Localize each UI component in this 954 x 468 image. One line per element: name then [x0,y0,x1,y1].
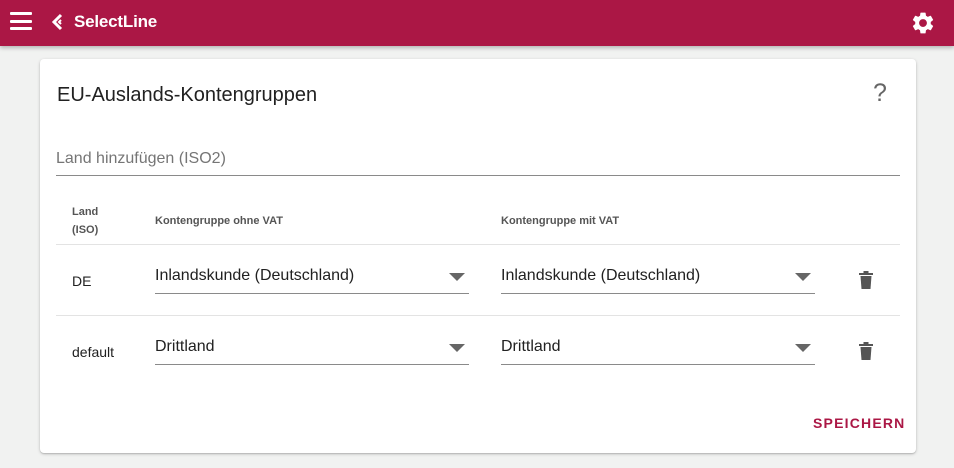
hamburger-menu-icon[interactable] [10,12,32,30]
column-header-mit-vat: Kontengruppe mit VAT [501,215,620,227]
app-header: SelectLine [0,0,954,46]
brand[interactable]: SelectLine [52,10,157,34]
add-country-field[interactable] [56,145,900,176]
select-kontengruppe-mit-vat[interactable]: Inlandskunde (Deutschland) [501,259,815,294]
delete-icon[interactable] [858,342,874,360]
column-header-land: Land (ISO) [72,203,98,239]
select-value: Inlandskunde (Deutschland) [155,267,355,284]
select-kontengruppe-ohne-vat[interactable]: Drittland [155,330,469,365]
add-country-input[interactable] [56,145,900,173]
row-land: default [72,344,115,360]
select-kontengruppe-ohne-vat[interactable]: Inlandskunde (Deutschland) [155,259,469,294]
gear-icon[interactable] [910,10,936,36]
select-value: Drittland [501,338,561,355]
table-divider [56,315,900,316]
column-header-ohne-vat: Kontengruppe ohne VAT [155,215,283,227]
page-title: EU-Auslands-Kontengruppen [57,84,318,106]
selectline-logo-icon [52,13,63,31]
select-kontengruppe-mit-vat[interactable]: Drittland [501,330,815,365]
eu-groups-card: EU-Auslands-Kontengruppen ? Land (ISO) K… [40,59,916,453]
brand-name: SelectLine [74,12,158,31]
column-header-land-line1: Land [72,206,99,218]
select-value: Drittland [155,338,215,355]
dropdown-arrow-icon [449,273,465,281]
dropdown-arrow-icon [795,344,811,352]
column-header-land-line2: (ISO) [72,224,99,236]
row-land: DE [72,273,92,289]
save-button[interactable]: SPEICHERN [807,415,911,439]
table-divider [56,244,900,245]
delete-icon[interactable] [858,271,874,289]
select-value: Inlandskunde (Deutschland) [501,267,701,284]
dropdown-arrow-icon [795,273,811,281]
help-icon[interactable]: ? [873,79,887,108]
dropdown-arrow-icon [449,344,465,352]
